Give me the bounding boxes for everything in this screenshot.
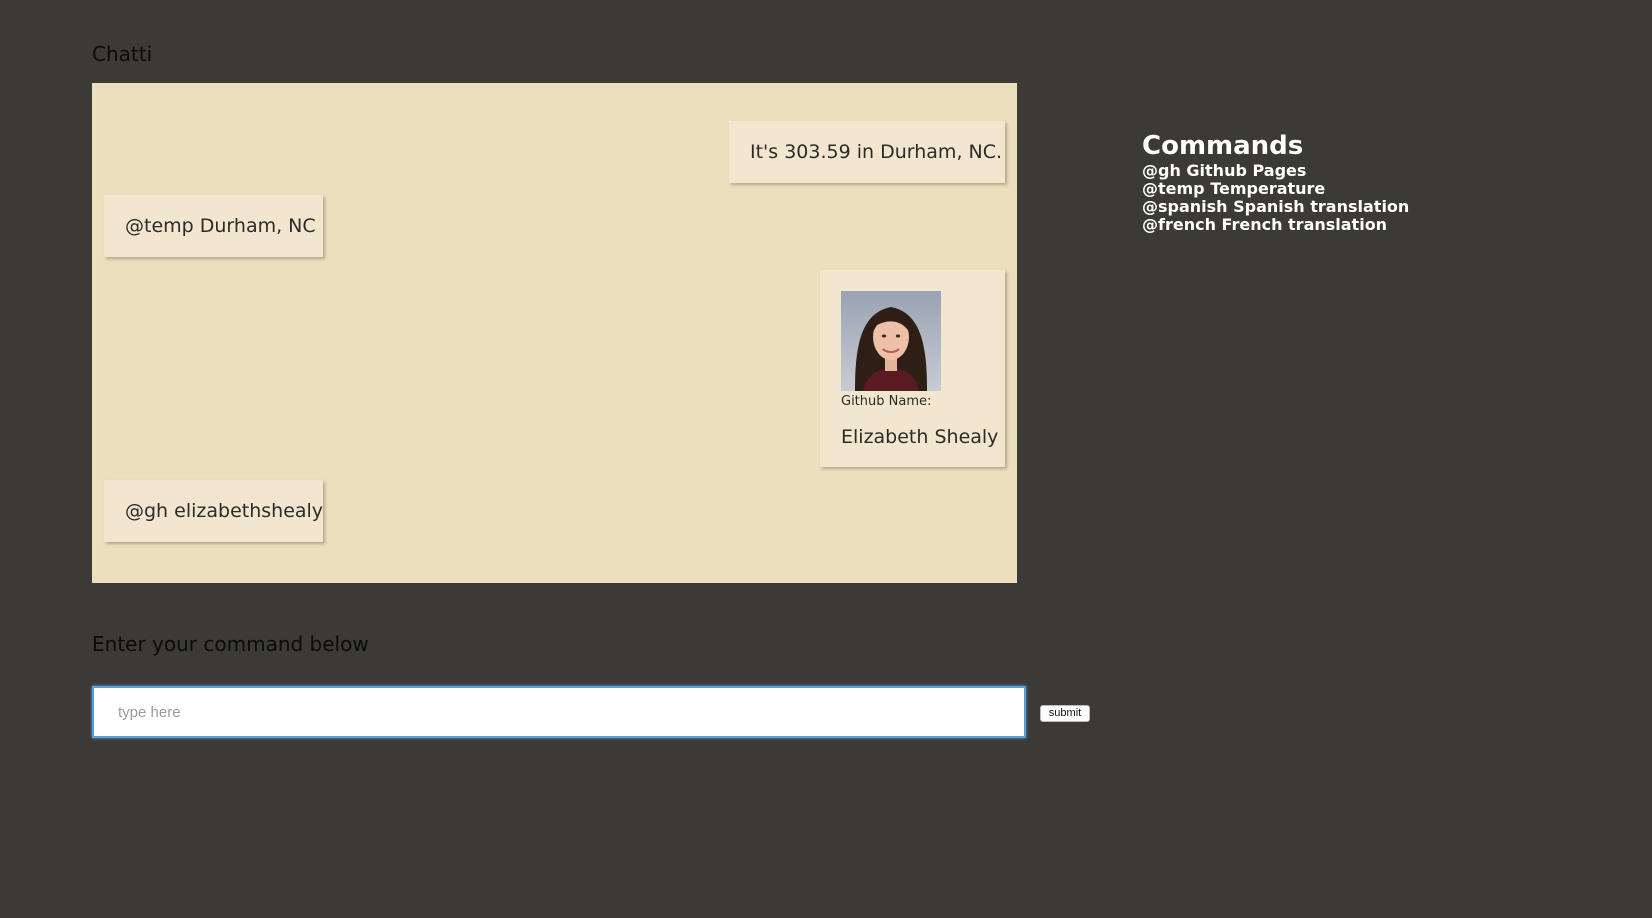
submit-button[interactable]: submit [1040,705,1090,722]
chat-message: @gh elizabethshealy [104,480,323,542]
message-text: It's 303.59 in Durham, NC. [750,141,1003,163]
chat-window[interactable]: It's 303.59 in Durham, NC. @temp Durham,… [92,83,1017,583]
command-item: @gh Github Pages [1142,161,1307,180]
chat-message: It's 303.59 in Durham, NC. [729,121,1005,183]
commands-heading: Commands [1142,131,1304,161]
github-name-label: Github Name: [841,394,932,409]
app-title: Chatti [92,42,153,66]
command-prompt-label: Enter your command below [92,632,369,656]
avatar [841,291,941,391]
commands-panel: Commands @gh Github Pages @temp Temperat… [1142,130,1409,234]
github-profile-card: Github Name: Elizabeth Shealy [820,270,1005,467]
github-name-value: Elizabeth Shealy [841,426,999,448]
chat-message: @temp Durham, NC [104,195,323,257]
command-item: @spanish Spanish translation [1142,197,1410,216]
message-text: @gh elizabethshealy [125,500,324,522]
command-input[interactable] [92,686,1026,738]
message-text: @temp Durham, NC [125,215,316,237]
command-item: @temp Temperature [1142,179,1326,198]
command-item: @french French translation [1142,215,1388,234]
